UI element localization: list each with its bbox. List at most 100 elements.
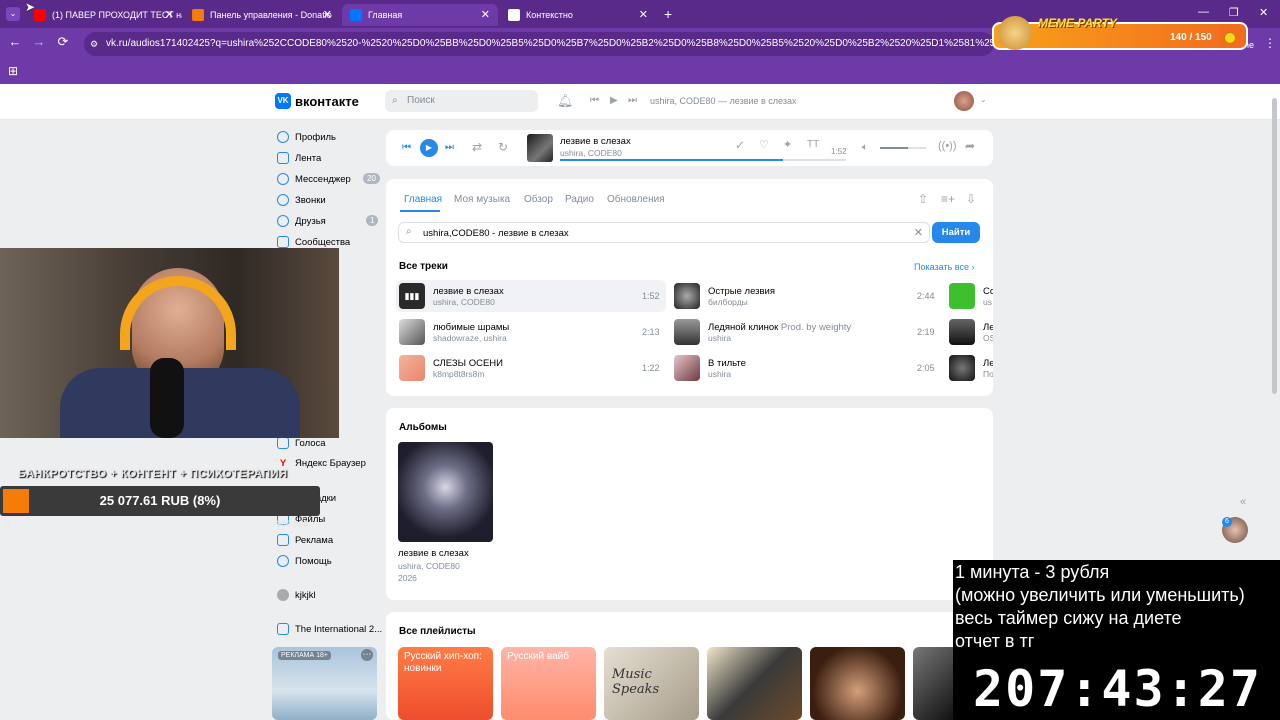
site-settings-icon[interactable]: ⚙ — [90, 32, 98, 56]
tab-radio[interactable]: Радио — [565, 194, 594, 205]
page-scrollbar[interactable] — [1272, 98, 1277, 394]
notifications-bell-icon[interactable]: 🔔︎ — [557, 93, 574, 109]
volume-slider[interactable] — [880, 147, 926, 149]
share-icon[interactable]: ➦ — [965, 139, 975, 153]
more-icon[interactable]: ⋯ — [361, 649, 373, 661]
apps-grid-icon[interactable]: ⊞ — [8, 64, 18, 78]
music-search-input[interactable]: ⌕ ushira,CODE80 - лезвие в слезах ✕ — [398, 222, 930, 243]
tab-updates[interactable]: Обновления — [607, 194, 665, 205]
track-row[interactable]: любимые шрамы shadowraze, ushira — [399, 319, 509, 345]
close-icon[interactable]: ✕ — [481, 8, 490, 21]
tab-search-button[interactable]: ⌄ — [6, 7, 20, 21]
album-cover[interactable] — [398, 442, 493, 542]
tab-youtube[interactable]: (1) ПАВЕР ПРОХОДИТ ТЕСТ на ✕ — [26, 4, 182, 26]
sparkle-icon[interactable]: ✦ — [783, 138, 792, 151]
track-row[interactable]: СЛЕЗЫ ОСЕНИ k8mp8t8rs8m — [399, 355, 503, 381]
track-row[interactable]: Со us — [949, 283, 993, 309]
track-row[interactable]: Ле По — [949, 355, 993, 381]
playlist-card[interactable] — [913, 647, 953, 720]
playlist-title: Русский вайб — [507, 651, 569, 662]
more-menu-icon[interactable]: ⋮ — [1264, 36, 1276, 50]
volume-icon[interactable]: 🔈︎ — [862, 142, 868, 153]
sidebar-item-yandex-browser[interactable]: Y Яндекс Браузер — [277, 458, 366, 469]
forward-icon[interactable]: → — [30, 34, 48, 49]
header-next-icon[interactable]: ⏭ — [628, 95, 637, 106]
close-icon[interactable]: ✕ — [165, 8, 174, 21]
sidebar-item-friends[interactable]: Друзья — [277, 215, 326, 227]
player-track-title[interactable]: лезвие в слезах — [560, 136, 631, 147]
lyrics-icon[interactable]: TT — [807, 139, 819, 150]
sidebar-item-ads[interactable]: Реклама — [277, 534, 333, 546]
track-row[interactable]: В тильте ushira — [674, 355, 746, 381]
sidebar-item-profile[interactable]: Профиль — [277, 131, 336, 143]
add-check-icon[interactable]: ✓ — [735, 138, 745, 152]
url-field[interactable]: ⚙ vk.ru/audios171402425?q=ushira%252CCOD… — [84, 32, 994, 56]
meme-party-title: MEME PARTY — [1038, 16, 1117, 30]
next-track-icon[interactable]: ⏭ — [445, 142, 454, 153]
header-play-icon[interactable]: ▶ — [610, 95, 618, 106]
sidebar-item-feed[interactable]: Лента — [277, 152, 321, 164]
header-now-playing[interactable]: ushira, CODE80 — лезвие в слезах — [650, 96, 797, 106]
tab-my-music[interactable]: Моя музыка — [454, 194, 510, 205]
track-row[interactable]: Ледяной клинок Prod. by weighty ushira — [674, 319, 851, 345]
broadcast-icon[interactable]: ((•)) — [938, 140, 957, 152]
chat-count-badge: 6 — [1222, 517, 1232, 527]
playlist-card[interactable] — [707, 647, 802, 720]
album-title[interactable]: лезвие в слезах — [398, 548, 469, 559]
album-artist[interactable]: ushira, CODE80 — [398, 561, 460, 571]
playlist-card[interactable]: Русский вайб — [501, 647, 596, 720]
header-prev-icon[interactable]: ⏮ — [590, 95, 599, 106]
play-pause-button[interactable]: ▶ — [420, 139, 438, 157]
track-title: Ле — [983, 321, 993, 333]
shuffle-icon[interactable]: ⇄ — [472, 140, 482, 154]
track-row[interactable]: ▮▮▮ лезвие в слезах ushira, CODE80 — [399, 283, 504, 309]
timer-rule-line: весь таймер сижу на диете — [955, 608, 1182, 628]
track-cover — [674, 283, 700, 309]
player-progress-track[interactable] — [560, 159, 846, 161]
track-cover — [674, 319, 700, 345]
vk-logo[interactable]: VK вконтакте — [275, 93, 359, 109]
vk-logo-icon: VK — [275, 93, 291, 109]
sidebar-item-kjkjkl[interactable]: kjkjkl — [277, 589, 316, 601]
sidebar-item-international[interactable]: The International 2... — [277, 623, 382, 635]
prev-track-icon[interactable]: ⏮ — [402, 142, 411, 153]
mouse-cursor-icon: ➤ — [25, 0, 36, 14]
download-icon[interactable]: ⇩ — [966, 192, 976, 206]
track-cover: ▮▮▮ — [399, 283, 425, 309]
find-button[interactable]: Найти — [932, 222, 980, 243]
playlist-card[interactable]: Music Speaks — [604, 647, 699, 720]
close-icon[interactable]: ✕ — [323, 8, 332, 21]
chevron-down-icon[interactable]: ⌄ — [980, 95, 987, 104]
show-all-link[interactable]: Показать все › — [914, 262, 974, 272]
dislike-icon[interactable]: ♡ — [759, 138, 769, 151]
sidebar-ad-banner[interactable]: РЕКЛАМА 18+ ⋯ — [272, 647, 377, 720]
back-icon[interactable]: ← — [6, 34, 24, 49]
sidebar-item-calls[interactable]: Звонки — [277, 194, 326, 206]
sidebar-item-communities[interactable]: Сообщества — [277, 236, 350, 248]
search-input[interactable]: ⌕ Поиск — [385, 90, 538, 112]
clear-icon[interactable]: ✕ — [914, 226, 923, 239]
new-tab-button[interactable]: + — [664, 6, 672, 22]
tab-context[interactable]: Контекстно ✕ — [500, 4, 656, 26]
tab-vk-main[interactable]: Главная ✕ — [342, 4, 498, 26]
repeat-icon[interactable]: ↻ — [498, 140, 508, 154]
player-track-artist[interactable]: ushira, CODE80 — [560, 148, 622, 158]
close-window-button[interactable]: ✕ — [1259, 6, 1268, 19]
tab-home[interactable]: Главная — [404, 194, 442, 205]
playlist-card[interactable] — [810, 647, 905, 720]
collapse-icon[interactable]: « — [1240, 496, 1246, 508]
sidebar-item-voices[interactable]: Голоса — [277, 437, 326, 449]
sidebar-item-help[interactable]: Помощь — [277, 555, 332, 567]
user-avatar[interactable] — [954, 91, 974, 111]
upload-icon[interactable]: ⇧ — [918, 192, 928, 206]
tab-donationalerts[interactable]: Панель управления - Donatio ✕ — [184, 4, 340, 26]
track-duration: 2:19 — [917, 327, 935, 337]
playlist-card[interactable]: Русский хип-хоп: новинки — [398, 647, 493, 720]
tab-overview[interactable]: Обзор — [524, 194, 553, 205]
close-icon[interactable]: ✕ — [639, 8, 648, 21]
reload-icon[interactable]: ⟳ — [54, 34, 72, 50]
add-playlist-icon[interactable]: ≡+ — [941, 192, 955, 206]
sidebar-item-messenger[interactable]: Мессенджер — [277, 173, 351, 185]
track-row[interactable]: Ле OS — [949, 319, 993, 345]
track-row[interactable]: Острые лезвия билборды — [674, 283, 775, 309]
